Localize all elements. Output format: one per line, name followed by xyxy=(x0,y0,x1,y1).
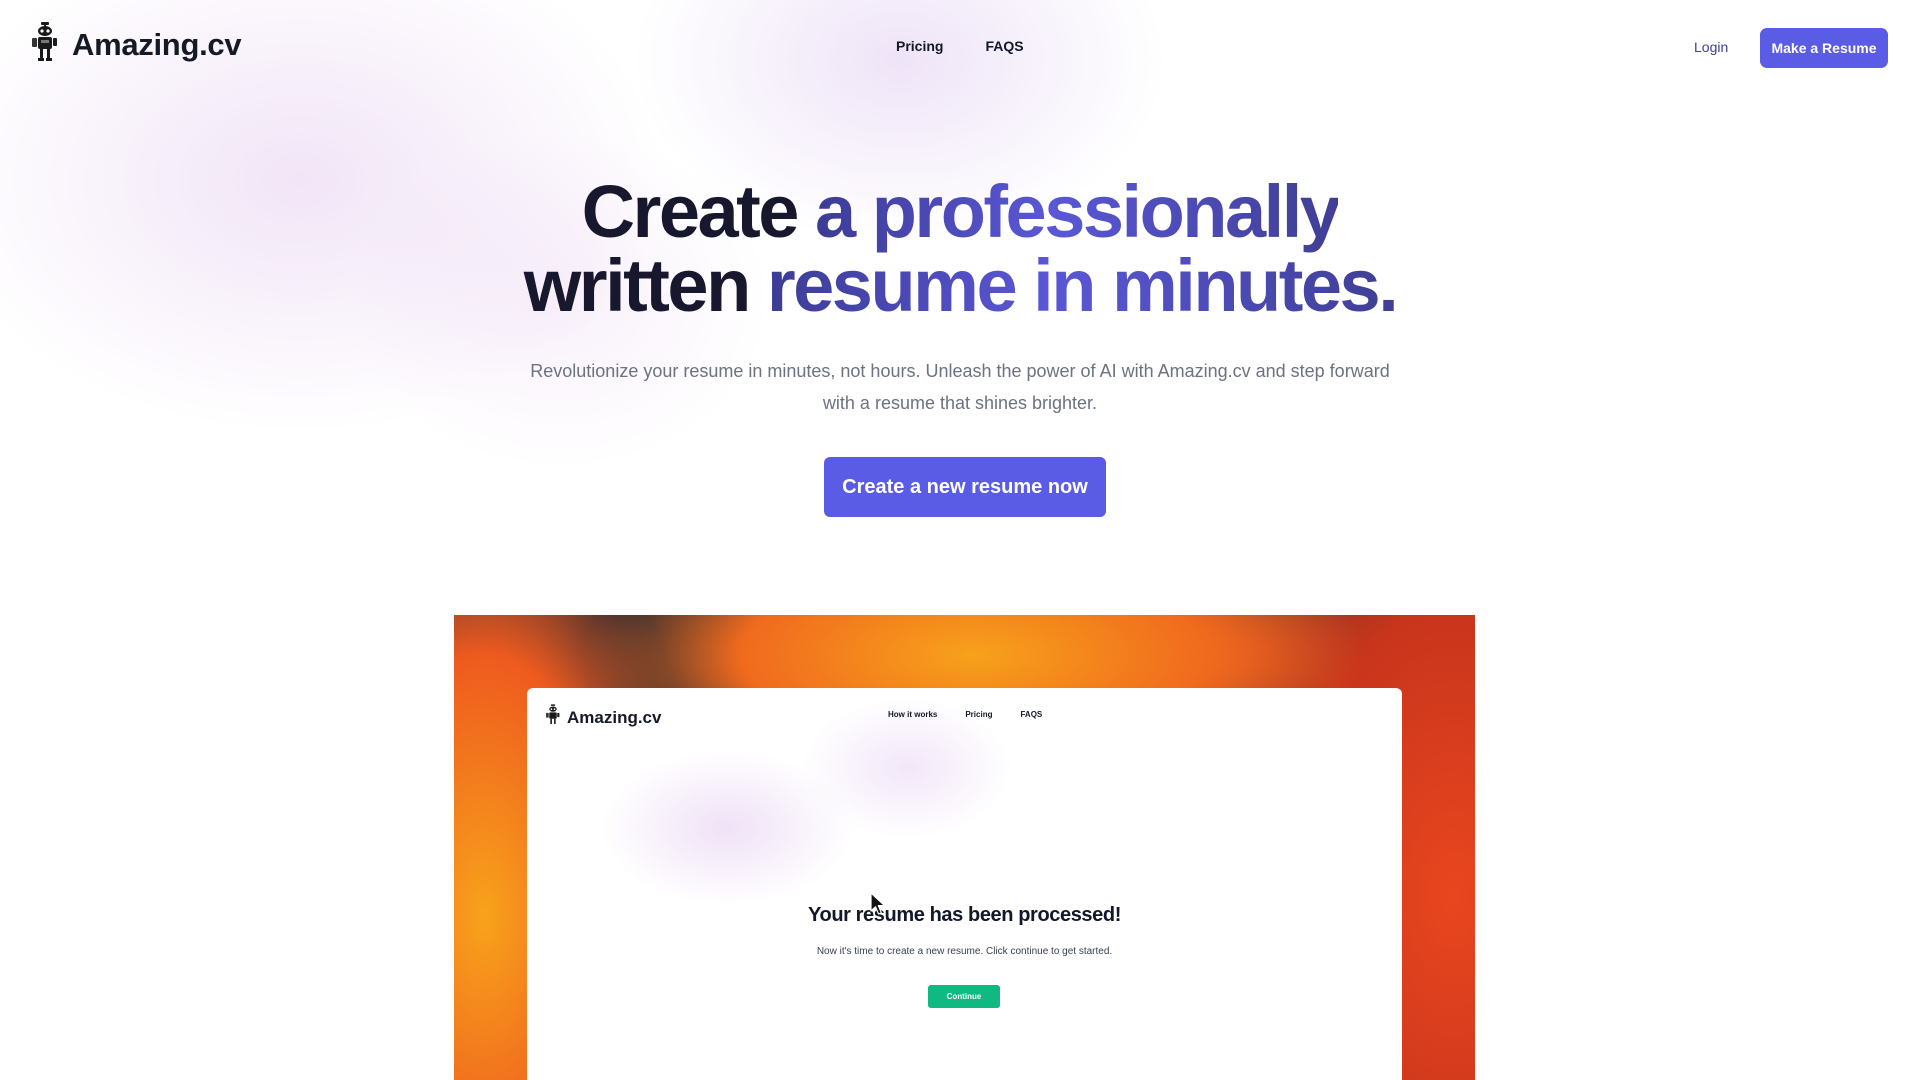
preview-nav-faqs: FAQS xyxy=(1020,710,1043,719)
preview-browser-window: Amazing.cv How it works Pricing FAQS You… xyxy=(527,688,1402,1080)
preview-subtitle: Now it's time to create a new resume. Cl… xyxy=(816,946,1113,957)
app-preview-screenshot: Amazing.cv How it works Pricing FAQS You… xyxy=(454,615,1475,1080)
nav-link-pricing[interactable]: Pricing xyxy=(896,38,943,54)
landing-page: Amazing.cv Pricing FAQS Login Make a Res… xyxy=(0,0,1920,1080)
headline-line1-part2: a professionally xyxy=(814,170,1341,253)
brand-logo-link[interactable]: Amazing.cv xyxy=(30,22,242,67)
nav-links: Pricing FAQS xyxy=(896,38,1024,54)
headline-line2-part1: written xyxy=(523,244,767,327)
create-resume-button[interactable]: Create a new resume now xyxy=(824,457,1106,517)
preview-brand-name: Amazing.cv xyxy=(567,707,662,727)
top-navigation: Amazing.cv Pricing FAQS Login Make a Res… xyxy=(0,0,1920,96)
preview-nav-how-it-works: How it works xyxy=(888,710,938,719)
login-link[interactable]: Login xyxy=(1694,39,1728,55)
robot-icon xyxy=(30,22,60,67)
headline-line1-part1: Create xyxy=(581,170,815,253)
headline-line2-part2: resume in minutes. xyxy=(766,244,1399,327)
hero-section: Create a professionally written resume i… xyxy=(0,175,1920,517)
preview-nav-pricing: Pricing xyxy=(965,710,993,719)
preview-continue-button: Continue xyxy=(928,985,1000,1008)
preview-robot-icon xyxy=(545,703,561,732)
preview-title: Your resume has been processed! xyxy=(808,904,1121,926)
nav-link-faqs[interactable]: FAQS xyxy=(985,38,1023,54)
mouse-pointer-icon xyxy=(870,892,886,921)
hero-headline: Create a professionally written resume i… xyxy=(0,175,1920,323)
brand-name: Amazing.cv xyxy=(72,26,242,62)
preview-nav: How it works Pricing FAQS xyxy=(888,710,1042,719)
make-resume-button[interactable]: Make a Resume xyxy=(1760,28,1888,68)
preview-glow xyxy=(527,688,1402,1080)
hero-subtext: Revolutionize your resume in minutes, no… xyxy=(530,361,1390,413)
preview-brand: Amazing.cv xyxy=(545,703,661,732)
